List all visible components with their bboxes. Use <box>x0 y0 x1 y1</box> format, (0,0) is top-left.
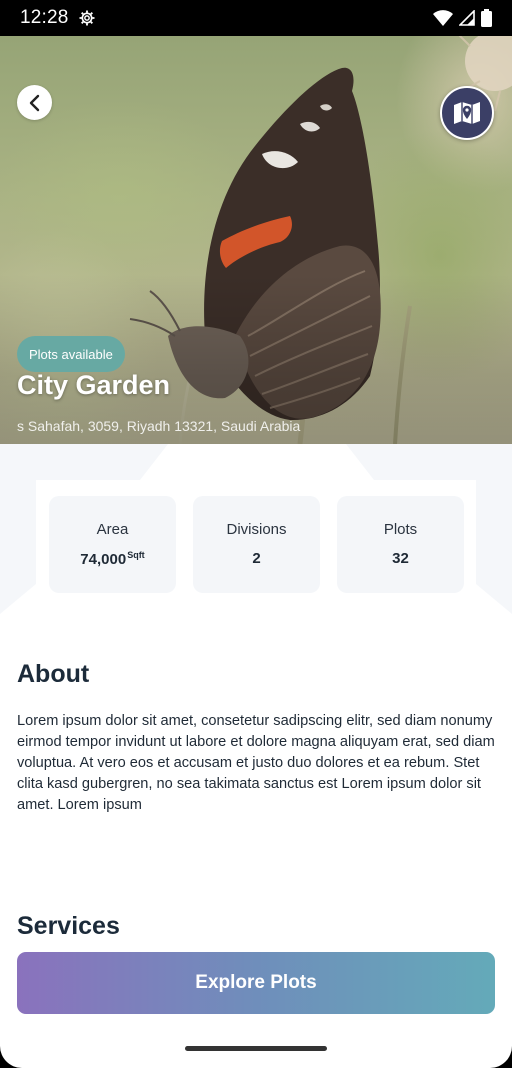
hero-image: Plots available City Garden s Sahafah, 3… <box>0 36 512 444</box>
stats-row: Area 74,000Sqft Divisions 2 Plots 32 <box>49 496 464 593</box>
stat-label: Area <box>96 521 129 538</box>
stat-value: 32 <box>392 550 409 567</box>
status-icons <box>433 9 492 27</box>
stat-value-number: 74,000 <box>80 551 127 568</box>
stat-value: 74,000Sqft <box>80 550 144 568</box>
map-button[interactable] <box>440 86 494 140</box>
stat-value: 2 <box>252 550 261 567</box>
battery-icon <box>481 9 492 27</box>
stat-label: Divisions <box>226 521 287 538</box>
status-time: 12:28 <box>20 7 69 28</box>
chevron-left-icon <box>29 94 39 111</box>
about-text: Lorem ipsum dolor sit amet, consetetur s… <box>17 713 495 813</box>
screen: 12:28 Plots available City Garden s Saha… <box>0 0 512 1068</box>
signal-icon <box>459 10 475 26</box>
back-button[interactable] <box>17 85 52 120</box>
stat-card-plots: Plots 32 <box>337 496 464 593</box>
about-heading: About <box>17 660 90 688</box>
wifi-icon <box>433 10 453 26</box>
settings-gear-icon <box>79 10 95 26</box>
status-bar: 12:28 <box>0 0 512 36</box>
map-pin-icon <box>454 102 480 124</box>
address-text: s Sahafah, 3059, Riyadh 13321, Saudi Ara… <box>17 418 301 434</box>
stat-card-divisions: Divisions 2 <box>193 496 320 593</box>
stat-card-area: Area 74,000Sqft <box>49 496 176 593</box>
stat-unit: Sqft <box>127 550 145 560</box>
explore-plots-button[interactable]: Explore Plots <box>17 952 495 1014</box>
home-indicator[interactable] <box>185 1046 327 1051</box>
plots-available-badge: Plots available <box>17 336 125 372</box>
stat-label: Plots <box>383 521 418 538</box>
services-heading: Services <box>17 912 120 940</box>
page-title: City Garden <box>17 370 171 400</box>
